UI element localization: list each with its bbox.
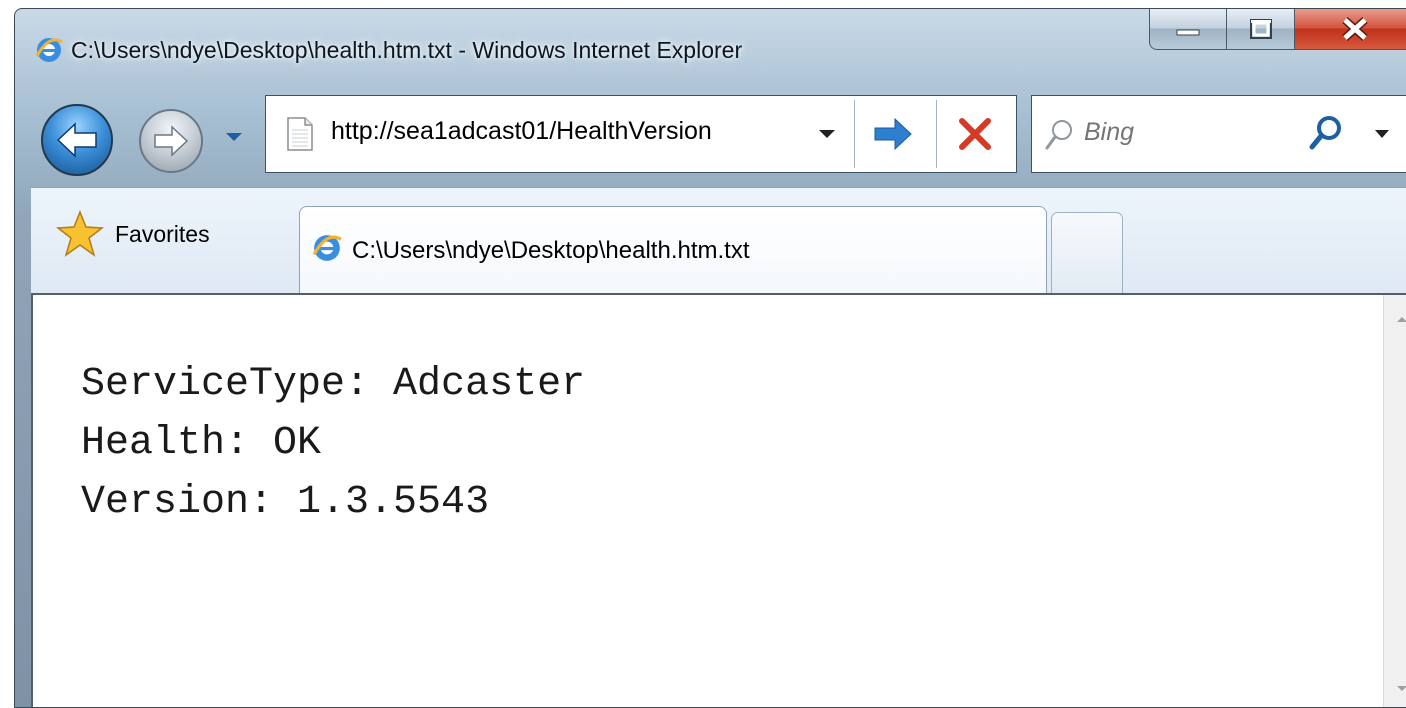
forward-button[interactable]	[139, 109, 203, 173]
maximize-button[interactable]	[1227, 9, 1295, 50]
back-button[interactable]	[41, 104, 113, 176]
stop-button[interactable]	[938, 100, 1012, 168]
scroll-down-arrow-icon[interactable]	[1396, 685, 1406, 693]
back-arrow-icon	[56, 122, 97, 158]
address-url[interactable]: http://sea1adcast01/HealthVersion	[331, 117, 712, 146]
tab-health-htm-txt[interactable]: C:\Users\ndye\Desktop\health.htm.txt	[299, 206, 1047, 298]
search-box[interactable]	[1031, 95, 1406, 173]
close-icon	[1341, 16, 1368, 41]
page-content: ServiceType: Adcaster Health: OK Version: …	[31, 293, 1406, 707]
browser-window: C:\Users\ndye\Desktop\health.htm.txt - W…	[14, 8, 1406, 708]
new-tab-button[interactable]	[1051, 212, 1123, 294]
scroll-up-arrow-icon[interactable]	[1396, 315, 1406, 323]
address-bar[interactable]: http://sea1adcast01/HealthVersion	[265, 95, 1017, 173]
close-button[interactable]	[1295, 9, 1406, 50]
address-separator	[854, 100, 855, 168]
search-input[interactable]	[1082, 117, 1266, 148]
favorites-star-icon	[55, 210, 105, 257]
minimize-icon	[1176, 29, 1200, 35]
title-bar[interactable]: C:\Users\ndye\Desktop\health.htm.txt - W…	[15, 9, 1406, 85]
line-service-type: ServiceType: Adcaster	[81, 362, 586, 407]
address-dropdown-icon[interactable]	[818, 128, 836, 140]
vertical-scrollbar[interactable]	[1383, 295, 1406, 707]
address-separator	[936, 100, 937, 168]
window-title: C:\Users\ndye\Desktop\health.htm.txt - W…	[71, 37, 743, 63]
stop-x-icon	[959, 118, 991, 150]
go-button[interactable]	[856, 100, 930, 168]
go-arrow-icon	[874, 117, 912, 151]
forward-arrow-icon	[154, 125, 189, 157]
document-text: ServiceType: Adcaster Health: OK Version: …	[81, 355, 585, 532]
caption-buttons	[1149, 9, 1406, 52]
search-options-dropdown-icon[interactable]	[1374, 128, 1390, 140]
line-version: Version: 1.3.5543	[81, 480, 490, 525]
line-health: Health: OK	[81, 421, 322, 466]
recent-pages-dropdown-icon[interactable]	[225, 131, 243, 143]
favorites-bar: Favorites C:\Users\ndye\Desktop\health.h…	[31, 187, 1406, 298]
tab-label: C:\Users\ndye\Desktop\health.htm.txt	[352, 237, 750, 264]
minimize-button[interactable]	[1149, 9, 1227, 50]
search-icon[interactable]	[1308, 114, 1344, 152]
ie-logo-icon	[35, 38, 63, 62]
search-provider-icon	[1045, 120, 1072, 150]
ie-logo-icon	[312, 235, 342, 261]
maximize-icon	[1249, 18, 1272, 39]
favorites-button[interactable]: Favorites	[55, 210, 210, 258]
page-icon	[287, 117, 313, 151]
favorites-label: Favorites	[115, 220, 210, 247]
